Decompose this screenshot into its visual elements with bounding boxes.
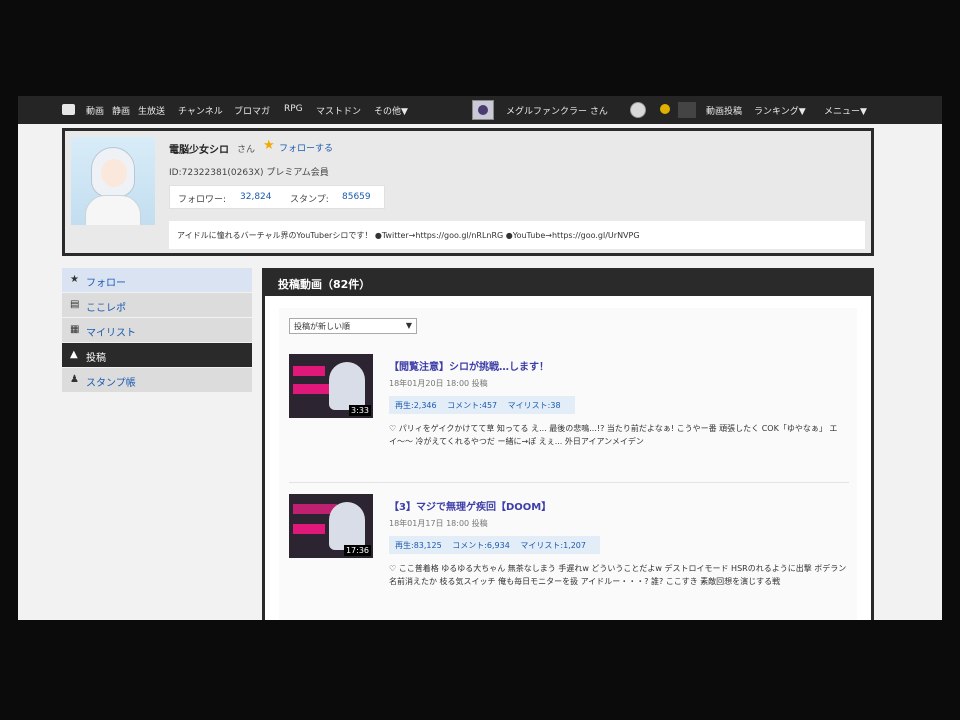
video-title-link[interactable]: 【閲覧注意】シロが挑戦…します！ <box>389 358 549 373</box>
sort-order-select[interactable]: 投稿が新しい順 ▼ <box>289 318 417 334</box>
video-comments-preview: ♡ パリィをゲイクかけてて草 知ってる え... 最後の悲鳴...!? 当たり前… <box>389 424 838 446</box>
video-date: 18年01月17日 18:00 投稿 <box>389 519 488 528</box>
upload-icon: ▲ <box>70 349 78 360</box>
thumbnail-figure <box>329 502 365 550</box>
stamp-count[interactable]: 85659 <box>342 192 371 202</box>
video-thumbnail[interactable]: 3:33 <box>289 354 373 418</box>
video-thumbnail[interactable]: 17:36 <box>289 494 373 558</box>
profile-name: 電脳少女シロ <box>169 145 229 156</box>
comment-count: コメント:6,934 <box>452 541 510 550</box>
user-avatar[interactable] <box>472 100 494 120</box>
nav-menu-dropdown[interactable]: メニュー▼ <box>824 104 867 117</box>
nav-item-mastodon[interactable]: マストドン <box>316 104 361 117</box>
star-icon: ★ <box>70 274 79 285</box>
video-comments-preview: ♡ ここ普着格 ゆるゆる大ちゃん 無茶なしまう 手遅れw どういうことだよw デ… <box>389 564 847 586</box>
sidebar-item-label: フォロー <box>86 278 126 289</box>
sidebar-item-mylist[interactable]: ▦ マイリスト <box>62 318 252 342</box>
nav-ranking-dropdown[interactable]: ランキング▼ <box>754 104 806 117</box>
sidebar-item-label: ここレポ <box>86 303 126 314</box>
nav-upload-link[interactable]: 動画投稿 <box>706 104 742 117</box>
video-duration: 17:36 <box>343 545 371 556</box>
followers-count[interactable]: 32,824 <box>240 192 272 202</box>
comment-count: コメント:457 <box>447 401 498 410</box>
sidebar-item-label: 投稿 <box>86 353 106 364</box>
report-icon: ▤ <box>70 299 80 310</box>
mylist-count: マイリスト:38 <box>507 401 561 410</box>
video-date: 18年01月20日 18:00 投稿 <box>389 379 488 388</box>
top-navigation-bar: 動画 静画 生放送 チャンネル ブロマガ RPG マストドン その他▼ メグルフ… <box>18 96 942 124</box>
coin-icon[interactable] <box>630 102 646 118</box>
sidebar-item-label: マイリスト <box>86 328 136 339</box>
browser-viewport: 動画 静画 生放送 チャンネル ブロマガ RPG マストドン その他▼ メグルフ… <box>18 96 942 620</box>
mylist-count: マイリスト:1,207 <box>520 541 586 550</box>
nav-item-live[interactable]: 生放送 <box>138 104 165 117</box>
sort-selected-value: 投稿が新しい順 <box>294 322 350 331</box>
video-title-link[interactable]: 【3】マジで無理ゲ疾回【DOOM】 <box>389 498 551 513</box>
video-list: 投稿が新しい順 ▼ 3:33 【閲覧注意】シロが挑戦…します！ 18年01月20… <box>279 308 857 620</box>
stamp-label: スタンプ: <box>290 195 329 205</box>
video-stats: 再生:2,346 コメント:457 マイリスト:38 <box>389 396 575 414</box>
point-icon <box>660 104 670 114</box>
nav-item-channel[interactable]: チャンネル <box>178 104 223 117</box>
thumbnail-figure <box>329 362 365 410</box>
sidebar-item-label: スタンプ帳 <box>86 378 136 389</box>
panel-header: 投稿動画（82件） <box>262 268 874 296</box>
nav-item-video[interactable]: 動画 <box>86 104 104 117</box>
sidebar-item-kokorepo[interactable]: ▤ ここレポ <box>62 293 252 317</box>
followers-label: フォロワー: <box>178 195 227 205</box>
sidebar-menu: ★ フォロー ▤ ここレポ ▦ マイリスト ▲ 投稿 ♟ スタンプ帳 <box>62 268 252 393</box>
sidebar-item-follow[interactable]: ★ フォロー <box>62 268 252 292</box>
panel-title: 投稿動画（82件） <box>278 278 371 291</box>
nav-item-blomaga[interactable]: ブロマガ <box>234 104 270 117</box>
chevron-down-icon: ▼ <box>405 321 412 330</box>
thumbnail-text <box>293 524 325 534</box>
nav-item-rpg[interactable]: RPG <box>284 104 303 114</box>
home-icon[interactable] <box>62 104 75 115</box>
nav-item-other-dropdown[interactable]: その他▼ <box>374 104 408 117</box>
video-duration: 3:33 <box>349 405 371 416</box>
avatar-face <box>101 159 127 187</box>
sidebar-item-stamps[interactable]: ♟ スタンプ帳 <box>62 368 252 392</box>
nav-item-seiga[interactable]: 静画 <box>112 104 130 117</box>
follow-button[interactable]: フォローする <box>279 141 333 154</box>
view-count: 再生:83,125 <box>395 541 442 550</box>
user-profile-card: 電脳少女シロ さん ★ フォローする ID:72322381(0263X) プレ… <box>62 128 874 256</box>
avatar-body <box>85 195 141 225</box>
thumbnail-text <box>293 366 325 376</box>
profile-honorific: さん <box>237 145 256 155</box>
profile-id: ID:72322381(0263X) プレミアム会員 <box>169 168 329 178</box>
profile-description: アイドルに憧れるバーチャル界のYouTuberシロです！ ●Twitter→ht… <box>169 221 865 249</box>
profile-avatar <box>71 137 155 225</box>
uploaded-videos-panel: 投稿動画（82件） 投稿が新しい順 ▼ 3:33 【閲覧注意】シロが挑戦…します… <box>262 268 874 620</box>
divider <box>289 482 849 483</box>
list-icon: ▦ <box>70 324 80 335</box>
sidebar-item-uploads[interactable]: ▲ 投稿 <box>62 343 252 367</box>
notification-icon[interactable] <box>678 102 696 118</box>
video-stats: 再生:83,125 コメント:6,934 マイリスト:1,207 <box>389 536 600 554</box>
profile-stats: フォロワー: 32,824 スタンプ: 85659 <box>169 185 385 209</box>
user-name-link[interactable]: メグルファンクラー さん <box>506 104 608 117</box>
star-icon[interactable]: ★ <box>263 138 275 153</box>
view-count: 再生:2,346 <box>395 401 437 410</box>
stamp-icon: ♟ <box>70 374 79 385</box>
